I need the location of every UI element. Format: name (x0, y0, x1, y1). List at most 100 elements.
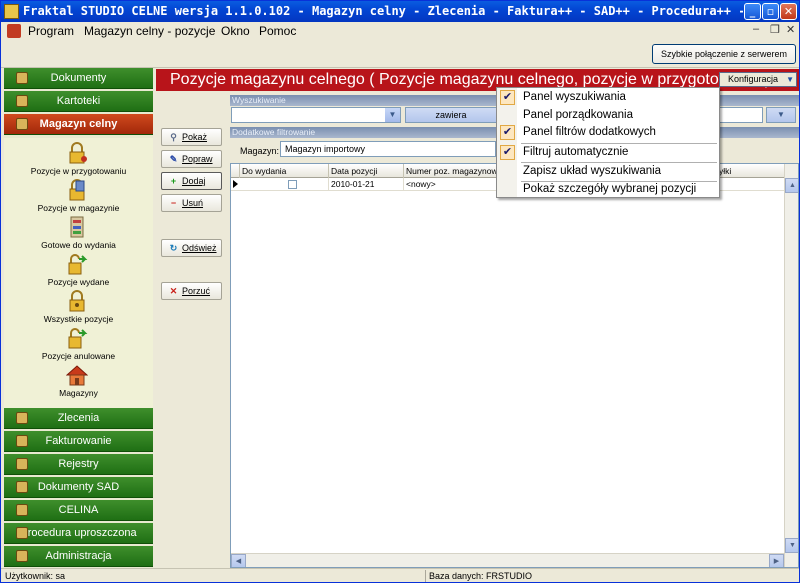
lock-icon (69, 142, 87, 164)
minimize-button[interactable]: _ (744, 3, 761, 20)
nav-section-procedura-uproszczona[interactable]: Procedura uproszczona (4, 523, 153, 544)
quick-server-connect-button[interactable]: Szybkie połączenie z serwerem (652, 44, 796, 64)
nav-item-label: Wszystkie pozycje (43, 314, 114, 324)
column-data-pozycji[interactable]: Data pozycji (329, 164, 404, 178)
menu-item-label: Panel filtrów dodatkowych (523, 126, 656, 138)
positions-grid[interactable]: Do wydania Data pozycji Numer poz. magaz… (230, 163, 799, 568)
chevron-down-icon[interactable]: ▼ (385, 108, 400, 122)
cancelled-icon (68, 328, 88, 349)
nav-section-rejestry[interactable]: Rejestry (4, 454, 153, 475)
nav-item-label: Magazyny (59, 388, 98, 398)
mdi-restore-icon[interactable]: ❐ (770, 23, 780, 36)
menu-pomoc[interactable]: Pomoc (259, 24, 296, 38)
toolbar: Szybkie połączenie z serwerem (1, 40, 799, 68)
nav-section-dokumenty-sad[interactable]: Dokumenty SAD (4, 477, 153, 498)
nav-section-magazyn-celny[interactable]: Magazyn celny (4, 114, 153, 135)
menu-item-panel-porzadkowania[interactable]: Panel porządkowania (497, 107, 719, 124)
window-title: Fraktal STUDIO CELNE wersja 1.1.0.102 - … (23, 4, 743, 18)
show-button-label: Pokaż (182, 132, 208, 142)
title-bar[interactable]: Fraktal STUDIO CELNE wersja 1.1.0.102 - … (1, 1, 799, 22)
do-wydania-checkbox[interactable] (288, 180, 297, 189)
menu-item-zapisz-uklad[interactable]: Zapisz układ wyszukiwania (497, 163, 719, 180)
warehouse-select[interactable]: Magazyn importowy (280, 141, 496, 157)
menu-item-panel-wyszukiwania[interactable]: ✔ Panel wyszukiwania (497, 89, 719, 106)
menu-item-label: Panel wyszukiwania (523, 91, 626, 103)
nav-section-label: Fakturowanie (45, 435, 112, 447)
nav-section-label: Procedura uproszczona (20, 527, 137, 539)
nav-section-kartoteki[interactable]: Kartoteki (4, 91, 153, 112)
status-divider (425, 570, 426, 582)
procedure-icon (16, 527, 28, 539)
menu-item-panel-filtrow-dodatkowych[interactable]: ✔ Panel filtrów dodatkowych (497, 124, 719, 141)
admin-icon (16, 550, 28, 562)
app-menu-icon[interactable] (7, 24, 21, 38)
nav-item-gotowe-do-wydania[interactable]: Gotowe do wydania (4, 216, 153, 253)
checkmark-icon: ✔ (500, 145, 515, 160)
nav-item-label: Pozycje wydane (47, 277, 110, 287)
scroll-left-icon[interactable]: ◀ (231, 554, 246, 567)
app-icon[interactable] (4, 4, 19, 19)
edit-button[interactable]: ✎ Popraw (161, 150, 222, 168)
refresh-button[interactable]: ↻ Odśwież (161, 239, 222, 257)
nav-section-fakturowanie[interactable]: Fakturowanie (4, 431, 153, 452)
nav-item-pozycje-wydane[interactable]: Pozycje wydane (4, 253, 153, 290)
menu-item-pokaz-szczegoly[interactable]: Pokaż szczegóły wybranej pozycji (497, 181, 719, 198)
show-button[interactable]: ⚲ Pokaż (161, 128, 222, 146)
search-field-select[interactable]: ▼ (231, 107, 401, 123)
nav-section-zlecenia[interactable]: Zlecenia (4, 408, 153, 429)
menu-okno[interactable]: Okno (221, 24, 250, 38)
nav-item-label: Pozycje w magazynie (37, 203, 120, 213)
vertical-scrollbar[interactable]: ▲ ▼ (784, 164, 798, 567)
nav-item-pozycje-w-magazynie[interactable]: Pozycje w magazynie (4, 179, 153, 216)
search-input[interactable] (719, 107, 763, 123)
scroll-up-icon[interactable]: ▲ (785, 178, 798, 193)
nav-section-celina[interactable]: CELINA (4, 500, 153, 521)
grid-header-indicator (231, 164, 240, 178)
add-button[interactable]: + Dodaj (161, 172, 222, 190)
checkmark-icon: ✔ (500, 90, 515, 105)
nav-item-magazyny[interactable]: Magazyny (4, 364, 153, 401)
nav-section-label: Administracja (45, 550, 112, 562)
configuration-button[interactable]: Konfiguracja ▼ (719, 72, 797, 87)
orders-icon (16, 412, 28, 424)
cell-data-pozycji[interactable]: 2010-01-21 (329, 178, 404, 191)
nav-item-label: Pozycje anulowane (41, 351, 116, 361)
cell-do-wydania[interactable] (240, 178, 329, 191)
menu-item-label: Pokaż szczegóły wybranej pozycji (523, 183, 697, 195)
mdi-close-icon[interactable]: ✕ (786, 23, 795, 36)
nav-section-label: Magazyn celny (39, 118, 118, 130)
navigation-panel: Dokumenty Kartoteki Magazyn celny Pozycj… (4, 68, 153, 568)
nav-item-pozycje-anulowane[interactable]: Pozycje anulowane (4, 327, 153, 364)
menu-item-filtruj-automatycznie[interactable]: ✔ Filtruj automatycznie (497, 144, 719, 161)
documents-icon (16, 72, 28, 84)
show-icon: ⚲ (170, 132, 177, 142)
current-row-indicator-icon (233, 180, 238, 188)
nav-item-pozycje-w-przygotowaniu[interactable]: Pozycje w przygotowaniu (4, 142, 153, 179)
released-icon (68, 254, 88, 275)
menu-program[interactable]: Program (28, 24, 74, 38)
nav-section-administracja[interactable]: Administracja (4, 546, 153, 567)
scroll-right-icon[interactable]: ▶ (769, 554, 784, 567)
delete-button[interactable]: − Usuń (161, 194, 222, 212)
mdi-minimize-icon[interactable]: – (753, 23, 759, 35)
nav-item-wszystkie-pozycje[interactable]: Wszystkie pozycje (4, 290, 153, 327)
menu-item-label: Zapisz układ wyszukiwania (523, 165, 662, 177)
celina-icon (16, 504, 28, 516)
search-dropdown-button[interactable]: ▼ (766, 107, 796, 123)
edit-button-label: Popraw (182, 154, 213, 164)
warehouse-section-icon (16, 118, 28, 130)
discard-button[interactable]: ✕ Porzuć (161, 282, 222, 300)
nav-section-dokumenty[interactable]: Dokumenty (4, 68, 153, 89)
column-do-wydania[interactable]: Do wydania (240, 164, 329, 178)
maximize-button[interactable]: ▫ (762, 3, 779, 20)
search-mode-button[interactable]: zawiera (405, 107, 497, 123)
menu-magazyn-celny-pozycje[interactable]: Magazyn celny - pozycje (84, 24, 215, 38)
warehouse-icon (69, 179, 85, 201)
horizontal-scrollbar[interactable]: ◀ ▶ (231, 553, 784, 567)
discard-button-label: Porzuć (182, 286, 211, 296)
all-positions-icon (69, 290, 85, 312)
chevron-down-icon: ▼ (786, 75, 794, 84)
status-database: Baza danych: FRSTUDIO (429, 571, 533, 581)
close-button[interactable]: ✕ (780, 3, 797, 20)
scroll-down-icon[interactable]: ▼ (785, 538, 798, 553)
